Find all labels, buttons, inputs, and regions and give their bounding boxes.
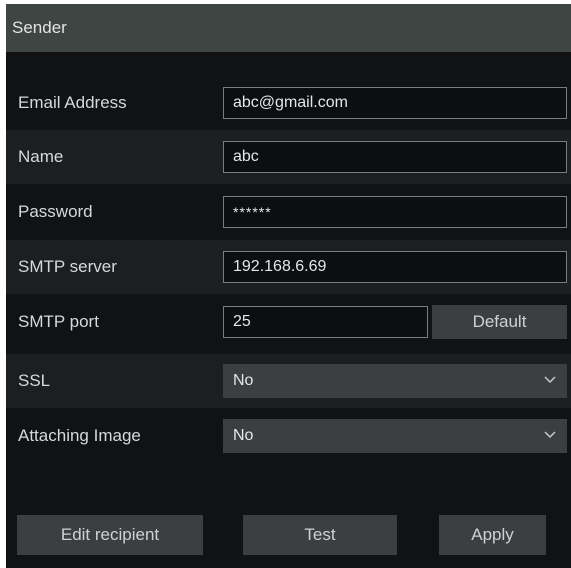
- attaching-image-select[interactable]: No: [223, 419, 567, 453]
- chevron-down-icon: [544, 431, 556, 439]
- attaching-image-selected-value: No: [233, 427, 254, 444]
- smtp-server-input[interactable]: 192.168.6.69: [223, 251, 567, 283]
- row-ssl: SSL No: [6, 354, 571, 408]
- smtp-port-input[interactable]: 25: [223, 306, 428, 338]
- row-attaching-image: Attaching Image No: [6, 409, 571, 463]
- section-header: Sender: [6, 4, 571, 52]
- ssl-select[interactable]: No: [223, 364, 567, 398]
- name-input[interactable]: abc: [223, 141, 567, 173]
- edit-recipient-button[interactable]: Edit recipient: [17, 515, 203, 555]
- test-button[interactable]: Test: [243, 515, 397, 555]
- email-address-label: Email Address: [18, 93, 127, 112]
- row-smtp-port: SMTP port 25 Default: [6, 295, 571, 349]
- smtp-server-label: SMTP server: [18, 257, 117, 276]
- row-smtp-server: SMTP server 192.168.6.69: [6, 240, 571, 294]
- password-input[interactable]: ******: [223, 196, 567, 228]
- ssl-selected-value: No: [233, 372, 254, 389]
- row-password: Password ******: [6, 185, 571, 239]
- sender-settings-panel: Sender Email Address abc@gmail.com Name …: [6, 4, 571, 568]
- email-address-input[interactable]: abc@gmail.com: [223, 87, 567, 119]
- smtp-port-label: SMTP port: [18, 312, 99, 331]
- row-email-address: Email Address abc@gmail.com: [6, 76, 571, 130]
- ssl-label: SSL: [18, 371, 51, 390]
- attaching-image-label: Attaching Image: [18, 426, 141, 445]
- password-label: Password: [18, 202, 93, 221]
- default-port-button[interactable]: Default: [432, 305, 567, 339]
- name-label: Name: [18, 147, 64, 166]
- chevron-down-icon: [544, 376, 556, 384]
- row-name: Name abc: [6, 130, 571, 184]
- apply-button[interactable]: Apply: [439, 515, 546, 555]
